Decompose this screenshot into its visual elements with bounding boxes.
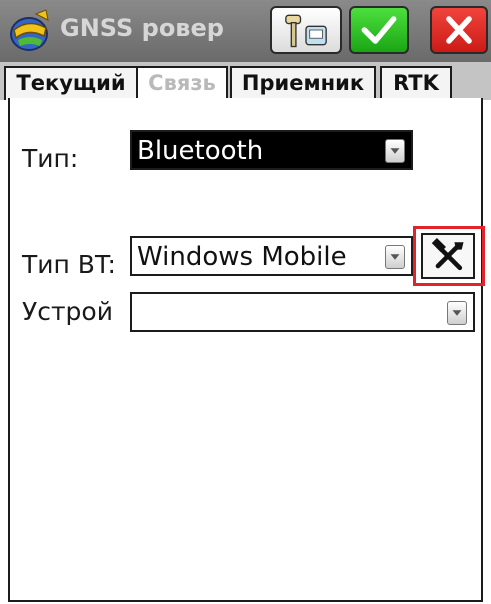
bt-type-select[interactable]: Windows Mobile [130, 236, 413, 276]
tab-bar: Текущий Связь Приемник RTK [0, 62, 491, 100]
window-title: GNSS ровер [60, 14, 224, 42]
device-button[interactable] [270, 6, 342, 54]
cancel-button[interactable] [430, 6, 488, 54]
device-select[interactable] [130, 292, 475, 332]
close-icon [446, 16, 472, 44]
type-label: Тип: [22, 144, 79, 173]
tool-button-highlight [413, 226, 485, 286]
chevron-down-icon[interactable] [447, 301, 467, 325]
type-select[interactable]: Bluetooth [130, 130, 413, 170]
bt-type-label: Тип BT: [22, 250, 116, 279]
chevron-down-icon[interactable] [385, 245, 405, 269]
ok-button[interactable] [349, 6, 409, 54]
title-bar: GNSS ровер [0, 0, 491, 62]
gnss-device-icon [285, 14, 327, 48]
hammer-wrench-icon [431, 237, 464, 271]
checkmark-icon [361, 16, 397, 44]
tab-rtk[interactable]: RTK [380, 66, 452, 100]
bt-settings-button[interactable] [421, 233, 475, 279]
tab-current[interactable]: Текущий [4, 66, 138, 100]
tab-connection[interactable]: Связь [138, 66, 228, 100]
bt-type-value: Windows Mobile [137, 242, 347, 272]
tab-receiver[interactable]: Приемник [230, 66, 376, 100]
app-logo-icon [10, 9, 49, 51]
content-panel [8, 98, 483, 602]
type-value: Bluetooth [137, 136, 264, 166]
chevron-down-icon[interactable] [385, 139, 405, 163]
device-label: Устрой [22, 297, 113, 326]
